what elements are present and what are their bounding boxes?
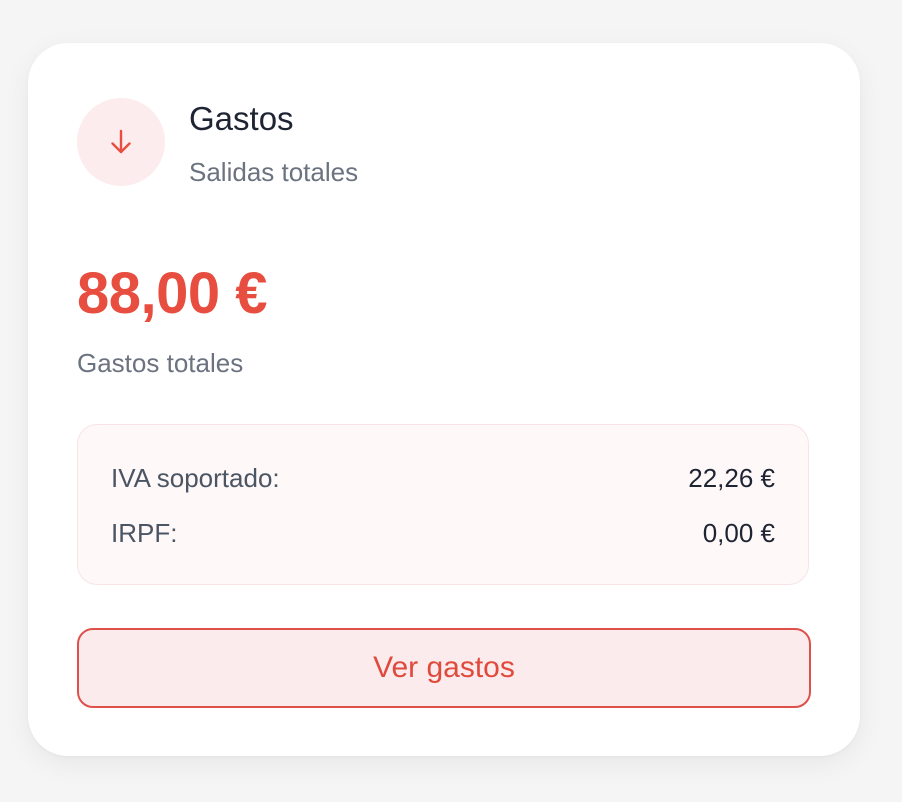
- card-title: Gastos: [189, 100, 294, 137]
- detail-label: IRPF:: [111, 517, 178, 548]
- detail-label: IVA soportado:: [111, 462, 280, 493]
- expenses-icon-badge: [77, 98, 165, 186]
- card-subtitle: Salidas totales: [189, 157, 359, 187]
- total-amount-label: Gastos totales: [77, 348, 244, 378]
- detail-value: 0,00 €: [702, 517, 775, 548]
- view-expenses-button[interactable]: Ver gastos: [77, 628, 811, 708]
- detail-value: 22,26 €: [688, 462, 775, 493]
- detail-row-iva: IVA soportado: 22,26 €: [111, 461, 775, 495]
- detail-row-irpf: IRPF: 0,00 €: [111, 516, 775, 550]
- tax-details-box: IVA soportado: 22,26 € IRPF: 0,00 €: [77, 424, 809, 585]
- expenses-card: Gastos Salidas totales 88,00 € Gastos to…: [28, 43, 860, 756]
- total-amount: 88,00 €: [77, 261, 268, 326]
- arrow-down-icon: [111, 129, 131, 154]
